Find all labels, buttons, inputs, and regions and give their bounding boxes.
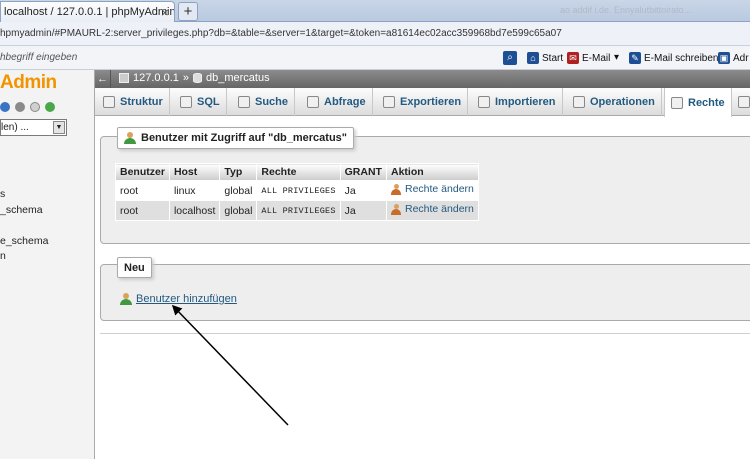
tab-exportieren[interactable]: Exportieren bbox=[377, 88, 469, 116]
close-tab-icon[interactable]: × bbox=[161, 5, 169, 20]
privileges-cell: ALL PRIVILEGES bbox=[256, 180, 341, 201]
tab-suche[interactable]: Suche bbox=[232, 88, 296, 116]
column-header: Typ bbox=[219, 163, 258, 181]
server-select[interactable]: len) ... ▼ bbox=[0, 119, 67, 136]
mail-icon: ✉ bbox=[567, 52, 579, 64]
column-header: GRANT bbox=[339, 163, 387, 181]
host-cell: linux bbox=[168, 180, 221, 201]
home-icon: ⌂ bbox=[527, 52, 539, 64]
privileges-cell: ALL PRIVILEGES bbox=[256, 200, 341, 221]
docs-nav-icon[interactable] bbox=[30, 102, 40, 112]
tab-rechte[interactable]: Rechte bbox=[664, 88, 732, 117]
navigation-panel: Admin len) ... ▼ s _schema e_schema n bbox=[0, 70, 95, 459]
search-input[interactable]: hbegriff eingeben bbox=[0, 52, 77, 63]
grant-cell: Ja bbox=[339, 180, 387, 201]
grant-cell: Ja bbox=[339, 200, 387, 221]
wrench-icon bbox=[573, 96, 585, 108]
url-text[interactable]: hpmyadmin/#PMAURL-2:server_privileges.ph… bbox=[0, 28, 562, 39]
bookmark-start[interactable]: ⌂ Start bbox=[527, 52, 563, 64]
breadcrumb-separator: » bbox=[182, 72, 189, 84]
chevron-down-icon: ▾ bbox=[614, 52, 620, 63]
database-item[interactable]: s bbox=[0, 188, 48, 204]
type-cell: global bbox=[219, 180, 258, 201]
breadcrumb-database[interactable]: db_mercatus bbox=[206, 72, 270, 84]
browser-tab-strip: localhost / 127.0.0.1 | phpMyAdmin 4... … bbox=[0, 0, 750, 22]
database-item[interactable] bbox=[0, 219, 48, 235]
address-icon: ▣ bbox=[718, 52, 730, 64]
new-section-legend: Neu bbox=[117, 257, 152, 278]
users-section-legend: Benutzer mit Zugriff auf "db_mercatus" bbox=[117, 127, 355, 149]
table-header-row: Benutzer Host Typ Rechte GRANT Aktion bbox=[115, 163, 479, 181]
reload-nav-icon[interactable] bbox=[45, 102, 55, 112]
structure-icon bbox=[103, 96, 115, 108]
chevron-down-icon: ▼ bbox=[53, 121, 65, 134]
database-item[interactable]: e_schema bbox=[0, 235, 48, 251]
database-item[interactable]: _schema bbox=[0, 204, 48, 220]
compose-icon: ✎ bbox=[629, 52, 641, 64]
tab-importieren[interactable]: Importieren bbox=[472, 88, 563, 116]
database-item[interactable]: n bbox=[0, 250, 48, 266]
tab-operationen[interactable]: Operationen bbox=[567, 88, 662, 116]
privileges-icon bbox=[671, 96, 683, 109]
column-header: Aktion bbox=[385, 163, 479, 181]
email-dropdown-button[interactable]: ▾ bbox=[614, 52, 619, 63]
add-user-icon bbox=[120, 293, 132, 305]
search-toolbar: hbegriff eingeben ⌕ ⌂ Start ✉ E-Mail ▾ ✎… bbox=[0, 46, 750, 70]
sql-icon bbox=[180, 96, 192, 108]
breadcrumb-server[interactable]: 127.0.0.1 bbox=[133, 72, 179, 84]
edit-user-icon bbox=[390, 183, 402, 195]
table-row: root localhost global ALL PRIVILEGES Ja … bbox=[115, 200, 479, 221]
database-list: s _schema e_schema n bbox=[0, 188, 48, 266]
arrow-line bbox=[171, 304, 289, 426]
column-header: Host bbox=[168, 163, 221, 181]
browser-tab[interactable]: localhost / 127.0.0.1 | phpMyAdmin 4... … bbox=[0, 1, 175, 22]
faded-window-title: ao addif i.de. Ennyalutbittoirato... bbox=[560, 5, 692, 15]
tab-abfrage[interactable]: Abfrage bbox=[301, 88, 373, 116]
type-cell: global bbox=[219, 200, 258, 221]
action-cell: Rechte ändern bbox=[385, 180, 479, 201]
query-icon bbox=[307, 96, 319, 108]
server-icon bbox=[119, 73, 129, 83]
export-icon bbox=[383, 96, 395, 108]
nav-icons bbox=[0, 102, 55, 112]
tab-struktur[interactable]: Struktur bbox=[97, 88, 170, 116]
home-nav-icon[interactable] bbox=[0, 102, 10, 112]
main-tab-menu: Struktur SQL Suche Abfrage Exportieren I… bbox=[95, 88, 750, 117]
breadcrumb: ← 127.0.0.1 » db_mercatus bbox=[95, 70, 750, 88]
search-icon[interactable]: ⌕ bbox=[503, 51, 517, 65]
edit-privileges-link[interactable]: Rechte ändern bbox=[390, 203, 474, 215]
bookmark-address[interactable]: ▣ Adr bbox=[718, 52, 749, 64]
user-cell: root bbox=[115, 180, 170, 201]
settings-nav-icon[interactable] bbox=[15, 102, 25, 112]
add-user-link[interactable]: Benutzer hinzufügen bbox=[120, 293, 237, 305]
column-header: Benutzer bbox=[115, 163, 170, 181]
bookmark-email[interactable]: ✉ E-Mail bbox=[567, 52, 610, 64]
tab-sql[interactable]: SQL bbox=[174, 88, 227, 116]
address-bar[interactable]: hpmyadmin/#PMAURL-2:server_privileges.ph… bbox=[0, 22, 750, 46]
bookmark-compose-email[interactable]: ✎ E-Mail schreiben bbox=[629, 52, 718, 64]
host-cell: localhost bbox=[168, 200, 221, 221]
database-icon bbox=[193, 73, 202, 83]
edit-privileges-link[interactable]: Rechte ändern bbox=[390, 183, 474, 195]
action-cell: Rechte ändern bbox=[385, 200, 479, 221]
browser-tab-title: localhost / 127.0.0.1 | phpMyAdmin 4... bbox=[4, 6, 175, 18]
edit-user-icon bbox=[390, 203, 402, 215]
more-icon bbox=[738, 96, 750, 108]
user-cell: root bbox=[115, 200, 170, 221]
search-icon bbox=[238, 96, 250, 108]
phpmyadmin-logo[interactable]: Admin bbox=[0, 72, 57, 94]
column-header: Rechte bbox=[256, 163, 341, 181]
tab-more[interactable] bbox=[732, 88, 750, 116]
back-arrow-icon[interactable]: ← bbox=[95, 70, 111, 88]
import-icon bbox=[478, 96, 490, 108]
table-row: root linux global ALL PRIVILEGES Ja Rech… bbox=[115, 180, 479, 201]
content-divider bbox=[100, 333, 750, 334]
privileges-table: Benutzer Host Typ Rechte GRANT Aktion ro… bbox=[115, 163, 479, 221]
users-icon bbox=[124, 132, 136, 144]
new-tab-button[interactable]: + bbox=[178, 2, 198, 21]
